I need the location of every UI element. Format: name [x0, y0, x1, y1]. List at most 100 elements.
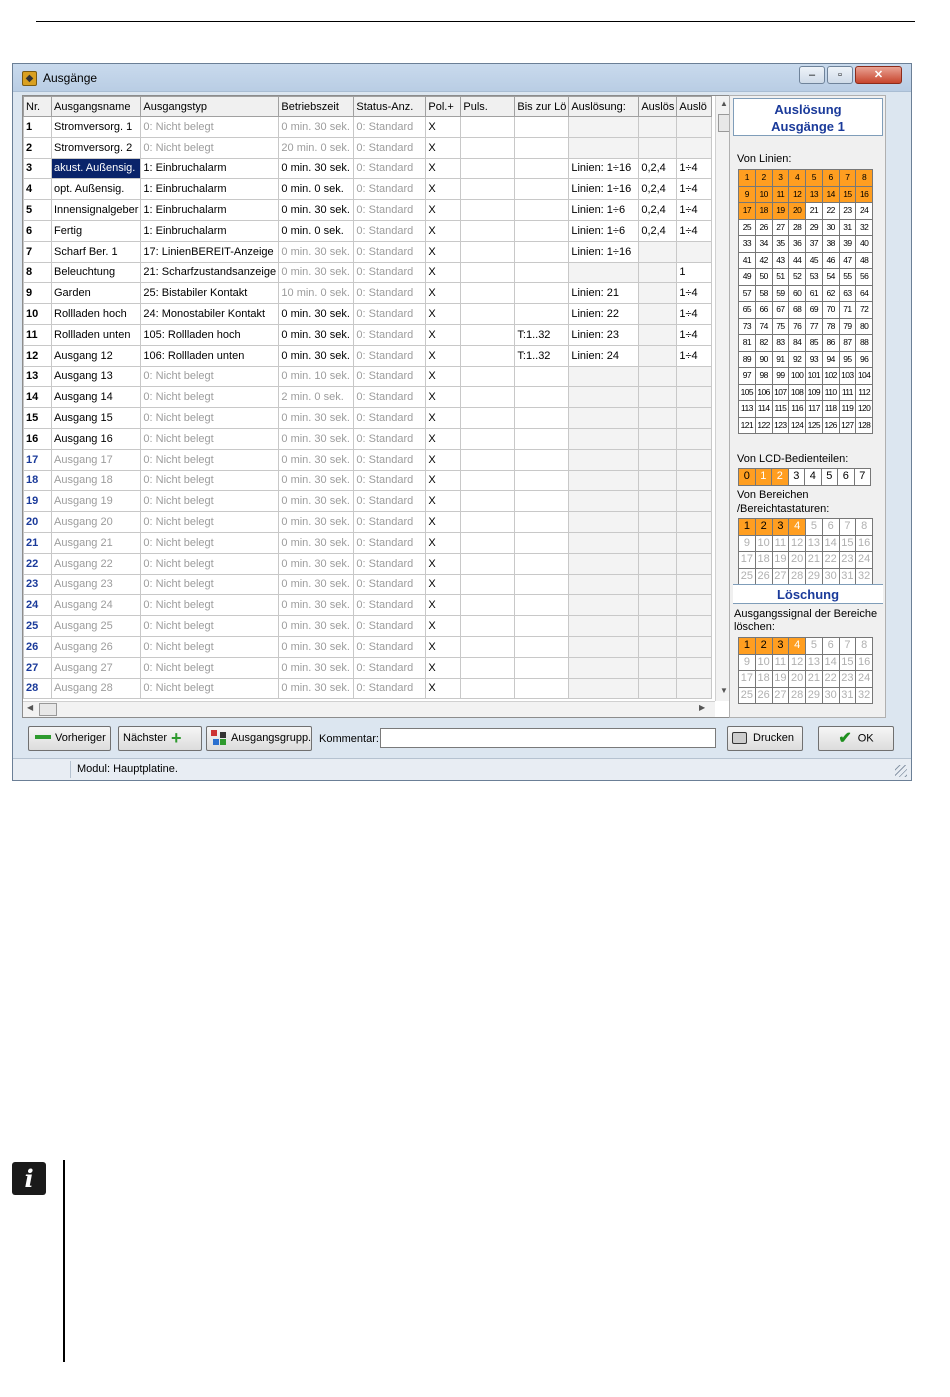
clear-partition-cell[interactable]: 1 — [739, 638, 756, 655]
partition-cell[interactable]: 1 — [739, 519, 756, 536]
zone-cell[interactable]: 112 — [856, 384, 873, 401]
table-row[interactable]: 25 Ausgang 25 0: Nicht belegt 0 min. 30 sek… — [23, 615, 713, 637]
clear-partition-cell[interactable]: 5 — [806, 638, 823, 655]
table-cell-type[interactable]: 0: Nicht belegt — [140, 136, 280, 159]
column-header[interactable]: Nr. — [23, 96, 52, 117]
table-cell-ausl2[interactable] — [638, 656, 678, 679]
table-cell-nr[interactable]: 7 — [23, 240, 52, 263]
zone-cell[interactable]: 11 — [772, 186, 790, 203]
keypad-cell[interactable]: 7 — [854, 469, 871, 486]
table-cell-ausl[interactable] — [568, 136, 640, 159]
table-row[interactable]: 19 Ausgang 19 0: Nicht belegt 0 min. 30 sek… — [23, 490, 713, 513]
zone-cell[interactable]: 93 — [806, 351, 823, 368]
zone-cell[interactable]: 87 — [839, 335, 857, 352]
table-cell-ausl[interactable] — [568, 531, 640, 554]
clear-partition-cell[interactable]: 27 — [772, 687, 790, 704]
table-cell-puls[interactable] — [460, 136, 516, 159]
zone-cell[interactable]: 84 — [789, 335, 806, 352]
table-cell-name[interactable]: Ausgang 22 — [50, 552, 142, 575]
clear-partition-cell[interactable]: 2 — [755, 638, 773, 655]
table-cell-type[interactable]: 0: Nicht belegt — [140, 427, 280, 450]
partition-cell[interactable]: 32 — [856, 568, 873, 585]
table-cell-name[interactable]: Ausgang 27 — [50, 656, 142, 679]
zone-cell[interactable]: 3 — [772, 170, 790, 187]
zone-cell[interactable]: 105 — [739, 384, 756, 401]
table-cell-ausl2[interactable] — [638, 552, 678, 575]
table-cell-zeit[interactable]: 0 min. 30 sek. — [278, 303, 355, 325]
table-cell-pol[interactable]: X — [425, 490, 462, 513]
partition-cell[interactable]: 21 — [806, 552, 823, 569]
zone-cell[interactable]: 115 — [772, 401, 790, 418]
zone-cell[interactable]: 12 — [789, 186, 806, 203]
table-cell-status[interactable]: 0: Standard — [353, 303, 427, 325]
zone-cell[interactable]: 77 — [806, 318, 823, 335]
table-cell-name[interactable]: Ausgang 24 — [50, 594, 142, 617]
table-cell-zeit[interactable]: 10 min. 0 sek. — [278, 282, 355, 305]
table-cell-pol[interactable]: X — [425, 594, 462, 617]
table-cell-ausl2[interactable]: 0,2,4 — [638, 157, 678, 180]
zone-cell[interactable]: 76 — [789, 318, 806, 335]
zone-cell[interactable]: 35 — [772, 236, 790, 253]
table-cell-zeit[interactable]: 0 min. 30 sek. — [278, 407, 355, 429]
table-cell-bis[interactable] — [514, 282, 570, 305]
table-cell-bis[interactable] — [514, 511, 570, 533]
partition-cell[interactable]: 6 — [822, 519, 840, 536]
column-header[interactable]: Ausgangsname — [50, 96, 142, 117]
table-cell-nr[interactable]: 28 — [23, 677, 52, 700]
table-cell-status[interactable]: 0: Standard — [353, 219, 427, 242]
zone-cell[interactable]: 58 — [755, 285, 773, 302]
table-cell-ausl3[interactable] — [676, 552, 713, 575]
table-cell-ausl[interactable]: Linien: 24 — [568, 344, 640, 367]
table-cell-puls[interactable] — [460, 594, 516, 617]
table-cell-nr[interactable]: 21 — [23, 531, 52, 554]
table-cell-puls[interactable] — [460, 511, 516, 533]
table-cell-pol[interactable]: X — [425, 656, 462, 679]
table-cell-status[interactable]: 0: Standard — [353, 490, 427, 513]
table-cell-pol[interactable]: X — [425, 303, 462, 325]
zone-cell[interactable]: 13 — [806, 186, 823, 203]
table-cell-puls[interactable] — [460, 219, 516, 242]
table-cell-ausl3[interactable] — [676, 656, 713, 679]
table-row[interactable]: 1 Stromversorg. 1 0: Nicht belegt 0 min. 30… — [23, 116, 713, 138]
column-header[interactable]: Status-Anz. — [353, 96, 427, 117]
table-cell-nr[interactable]: 19 — [23, 490, 52, 513]
table-cell-name[interactable]: Ausgang 16 — [50, 427, 142, 450]
table-cell-puls[interactable] — [460, 552, 516, 575]
keypad-cell[interactable]: 6 — [838, 469, 855, 486]
zone-cell[interactable]: 44 — [789, 252, 806, 269]
table-cell-bis[interactable] — [514, 303, 570, 325]
table-cell-ausl3[interactable]: 1÷4 — [676, 178, 713, 201]
zone-cell[interactable]: 59 — [772, 285, 790, 302]
scroll-up-icon[interactable]: ▲ — [720, 99, 728, 108]
table-cell-puls[interactable] — [460, 635, 516, 658]
table-cell-puls[interactable] — [460, 365, 516, 388]
table-cell-name[interactable]: Ausgang 19 — [50, 490, 142, 513]
table-cell-name[interactable]: Ausgang 14 — [50, 386, 142, 409]
table-cell-ausl3[interactable] — [676, 136, 713, 159]
table-cell-nr[interactable]: 24 — [23, 594, 52, 617]
zone-cell[interactable]: 8 — [856, 170, 873, 187]
table-cell-status[interactable]: 0: Standard — [353, 656, 427, 679]
zone-cell[interactable]: 42 — [755, 252, 773, 269]
zone-cell[interactable]: 49 — [739, 269, 756, 286]
table-cell-zeit[interactable]: 0 min. 30 sek. — [278, 448, 355, 471]
clear-partition-cell[interactable]: 24 — [856, 671, 873, 688]
zone-cell[interactable]: 106 — [755, 384, 773, 401]
clear-partition-cell[interactable]: 14 — [822, 654, 840, 671]
table-cell-puls[interactable] — [460, 323, 516, 346]
table-cell-nr[interactable]: 6 — [23, 219, 52, 242]
table-cell-ausl[interactable] — [568, 677, 640, 700]
zone-cell[interactable]: 102 — [822, 368, 840, 385]
partition-cell[interactable]: 9 — [739, 535, 756, 552]
table-cell-type[interactable]: 0: Nicht belegt — [140, 573, 280, 596]
table-cell-zeit[interactable]: 0 min. 30 sek. — [278, 199, 355, 221]
next-button[interactable]: Nächster + — [118, 726, 202, 751]
zone-cell[interactable]: 113 — [739, 401, 756, 418]
table-cell-zeit[interactable]: 0 min. 30 sek. — [278, 427, 355, 450]
zone-cell[interactable]: 90 — [755, 351, 773, 368]
table-cell-nr[interactable]: 5 — [23, 199, 52, 221]
zone-cell[interactable]: 48 — [856, 252, 873, 269]
table-cell-ausl2[interactable] — [638, 677, 678, 700]
table-cell-status[interactable]: 0: Standard — [353, 344, 427, 367]
partition-cell[interactable]: 16 — [856, 535, 873, 552]
